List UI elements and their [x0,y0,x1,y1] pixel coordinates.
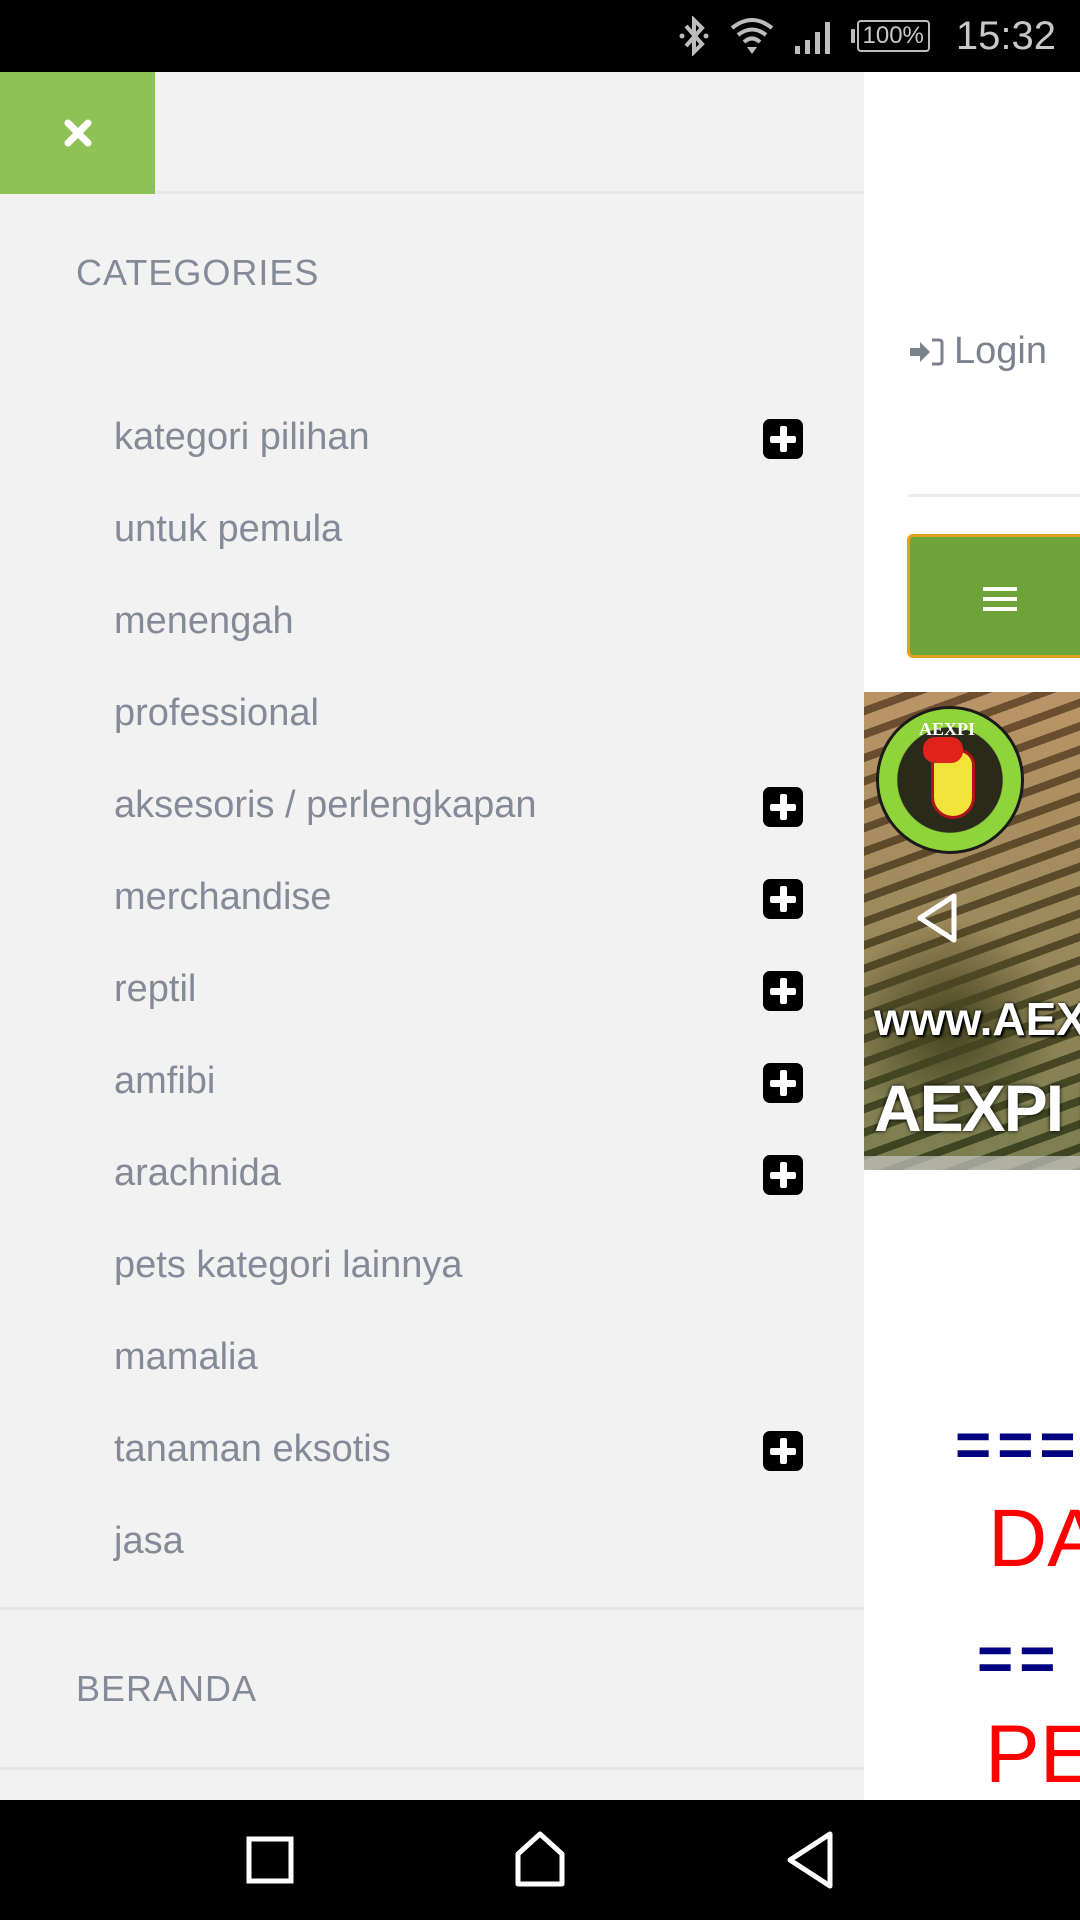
expand-plus-icon[interactable] [763,787,803,827]
aexpi-logo: AEXPI [876,706,1024,854]
banner-slider[interactable]: AEXPI www.AEX AEXPI I [864,692,1080,1170]
hamburger-icon [983,587,1017,611]
header-divider [908,494,1080,497]
category-label[interactable]: kategori pilihan [114,416,370,459]
clock: 15:32 [955,13,1056,58]
battery-percent: 100% [856,20,930,52]
wifi-icon [730,18,773,54]
category-label[interactable]: menengah [114,600,294,643]
category-item[interactable]: arachnida [0,1128,864,1220]
bluetooth-icon [679,16,708,56]
category-label[interactable]: aksesoris / perlengkapan [114,784,536,827]
category-label[interactable]: pets kategori lainnya [114,1244,463,1287]
android-nav-bar [0,1800,1080,1920]
promo-separator: === [955,1411,1080,1480]
expand-plus-icon[interactable] [763,971,803,1011]
slider-prev-icon[interactable] [914,892,958,944]
expand-plus-icon[interactable] [763,1063,803,1103]
drawer-divider [0,1767,864,1770]
logo-text: AEXPI [919,719,976,739]
back-icon[interactable] [780,1830,840,1890]
promo-separator: == [977,1625,1062,1694]
signal-icon [794,22,830,54]
recents-icon[interactable] [240,1830,300,1890]
category-item[interactable]: tanaman eksotis [0,1404,864,1496]
close-drawer-button[interactable] [0,72,155,194]
category-label[interactable]: amfibi [114,1060,215,1103]
category-item[interactable]: amfibi [0,1036,864,1128]
drawer-header [0,72,864,194]
close-icon [64,119,91,147]
category-label[interactable]: jasa [114,1520,184,1563]
expand-plus-icon[interactable] [763,879,803,919]
expand-plus-icon[interactable] [763,1431,803,1471]
categories-heading: CATEGORIES [76,252,320,293]
category-item[interactable]: mamalia [0,1312,864,1404]
side-drawer: CATEGORIES kategori pilihan untuk pemula m… [0,72,864,1800]
drawer-divider [0,1607,864,1610]
login-label: Login [954,330,1047,372]
category-item[interactable]: professional [0,668,864,760]
category-item[interactable]: merchandise [0,852,864,944]
category-item[interactable]: jasa [0,1496,864,1588]
home-link[interactable]: BERANDA [76,1668,257,1710]
battery-icon: 100% [850,20,930,52]
menu-toggle-button[interactable] [907,534,1080,658]
category-item[interactable]: menengah [0,576,864,668]
sign-in-icon [910,338,944,365]
home-icon[interactable] [510,1830,570,1890]
status-icons: 100% 15:32 [677,0,1056,72]
category-item[interactable]: untuk pemula [0,484,864,576]
category-label[interactable]: mamalia [114,1336,258,1379]
category-label[interactable]: tanaman eksotis [114,1428,391,1471]
status-bar: 100% 15:32 [0,0,1080,72]
promo-heading: DA [988,1493,1080,1584]
category-label[interactable]: merchandise [114,876,332,919]
category-item[interactable]: reptil [0,944,864,1036]
promo-heading: PE [985,1709,1080,1800]
category-item[interactable]: kategori pilihan [0,392,864,484]
category-label[interactable]: professional [114,692,319,735]
expand-plus-icon[interactable] [763,1155,803,1195]
category-item[interactable]: pets kategori lainnya [0,1220,864,1312]
banner-url-text: www.AEX [874,993,1080,1045]
category-label[interactable]: arachnida [114,1152,281,1195]
category-item[interactable]: aksesoris / perlengkapan [0,760,864,852]
login-link[interactable]: Login [908,330,1047,373]
category-label[interactable]: reptil [114,968,196,1011]
banner-title-text: AEXPI I [874,1071,1080,1145]
category-label[interactable]: untuk pemula [114,508,342,551]
expand-plus-icon[interactable] [763,419,803,459]
